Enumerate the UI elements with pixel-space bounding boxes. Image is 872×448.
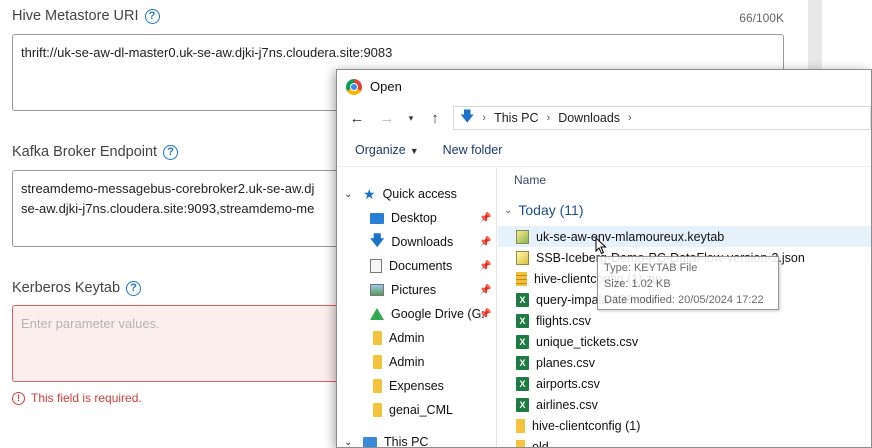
forward-arrow-icon[interactable]: → (375, 106, 399, 130)
pin-icon: 📌 (479, 212, 492, 224)
file-row[interactable]: X planes.csv (498, 352, 871, 373)
breadcrumb-this-pc[interactable]: This PC (494, 111, 538, 125)
help-icon[interactable]: ? (144, 8, 160, 24)
download-icon: 🡇 (460, 108, 475, 124)
chevron-down-icon[interactable]: ▾ (405, 106, 417, 130)
kerberos-keytab-label: Kerberos Keytab ? (12, 280, 142, 296)
chrome-icon (346, 78, 362, 95)
download-icon: 🡇 (370, 232, 385, 248)
folder-icon (373, 379, 382, 393)
up-arrow-icon[interactable]: ↑ (423, 106, 447, 130)
google-drive-icon (370, 308, 384, 320)
nav-item-desktop[interactable]: Desktop 📌 (337, 206, 495, 230)
pin-icon: 📌 (479, 308, 492, 320)
nav-item-admin[interactable]: Admin (337, 350, 495, 374)
dialog-toolbar: Organize ▼ New folder (337, 133, 871, 167)
computer-icon (363, 436, 377, 447)
pin-icon: 📌 (479, 236, 492, 248)
caret-down-icon: ▼ (409, 145, 419, 156)
nav-item-downloads[interactable]: 🡇 Downloads 📌 (337, 230, 495, 254)
chevron-down-icon: ⌄ (504, 204, 513, 216)
keytab-error-message: ! This field is required. (12, 391, 142, 405)
nav-item-expenses[interactable]: Expenses (337, 374, 495, 398)
help-icon[interactable]: ? (126, 280, 142, 296)
csv-icon: X (516, 355, 529, 370)
dialog-titlebar[interactable]: Open (337, 70, 871, 103)
star-icon: ★ (363, 185, 376, 202)
folder-icon (516, 439, 525, 447)
character-counter: 66/100K (739, 11, 784, 25)
navigation-bar: ← → ▾ ↑ 🡇 › This PC › Downloads › (337, 103, 871, 133)
breadcrumb-downloads[interactable]: Downloads (558, 111, 620, 125)
file-row[interactable]: uk-se-aw-env-mlamoureux.keytab (498, 226, 871, 247)
chevron-right-icon: › (628, 112, 632, 124)
file-row[interactable]: X unique_tickets.csv (498, 331, 871, 352)
help-icon[interactable]: ? (163, 144, 179, 160)
csv-icon: X (516, 397, 529, 412)
nav-item-genai-cml[interactable]: genai_CML (337, 398, 495, 422)
nav-item-quick-access[interactable]: ⌄ ★ Quick access (337, 182, 495, 206)
expand-chevron-icon[interactable]: ⌄ (344, 189, 352, 200)
zip-icon (516, 271, 527, 286)
nav-item-this-pc[interactable]: ⌄ This PC (337, 430, 495, 448)
csv-icon: X (516, 376, 529, 391)
hive-uri-label: Hive Metastore URI ? (12, 8, 160, 24)
pin-icon: 📌 (479, 284, 492, 296)
dialog-title: Open (370, 79, 402, 94)
file-row[interactable]: X flights.csv (498, 310, 871, 331)
document-icon (370, 259, 382, 273)
organize-button[interactable]: Organize ▼ (355, 143, 419, 157)
folder-icon (373, 355, 382, 369)
column-header-name[interactable]: Name (514, 173, 546, 187)
nav-item-google-drive[interactable]: Google Drive (G: 📌 (337, 302, 495, 326)
file-row[interactable]: X airlines.csv (498, 394, 871, 415)
new-folder-button[interactable]: New folder (443, 143, 503, 157)
nav-item-pictures[interactable]: Pictures 📌 (337, 278, 495, 302)
pin-icon: 📌 (479, 260, 492, 272)
back-arrow-icon[interactable]: ← (345, 106, 369, 130)
kafka-endpoint-label: Kafka Broker Endpoint ? (12, 144, 179, 160)
nav-item-admin[interactable]: Admin (337, 326, 495, 350)
file-row[interactable]: hive-clientconfig (1) (498, 415, 871, 436)
csv-icon: X (516, 292, 529, 307)
csv-icon: X (516, 313, 529, 328)
file-row[interactable]: X airports.csv (498, 373, 871, 394)
folder-icon (516, 418, 525, 433)
file-info-tooltip: Type: KEYTAB File Size: 1.02 KB Date mod… (597, 256, 779, 310)
desktop-icon (370, 212, 384, 224)
chevron-right-icon: › (482, 112, 487, 124)
picture-icon (370, 284, 384, 296)
address-bar[interactable]: 🡇 › This PC › Downloads › (453, 106, 871, 130)
group-header-today[interactable]: ⌄ Today (11) (504, 202, 584, 218)
chevron-right-icon: › (546, 112, 551, 124)
json-icon (516, 250, 529, 265)
error-icon: ! (12, 391, 25, 405)
folder-icon (373, 403, 382, 417)
nav-item-documents[interactable]: Documents 📌 (337, 254, 495, 278)
mouse-cursor-icon (595, 236, 607, 260)
navigation-pane: ⌄ ★ Quick access Desktop 📌 🡇 Downloads 📌… (337, 168, 497, 448)
file-row[interactable]: old (498, 436, 871, 447)
folder-icon (373, 331, 382, 345)
expand-chevron-icon[interactable]: ⌄ (344, 437, 352, 448)
keytab-icon (516, 229, 529, 244)
csv-icon: X (516, 334, 529, 349)
